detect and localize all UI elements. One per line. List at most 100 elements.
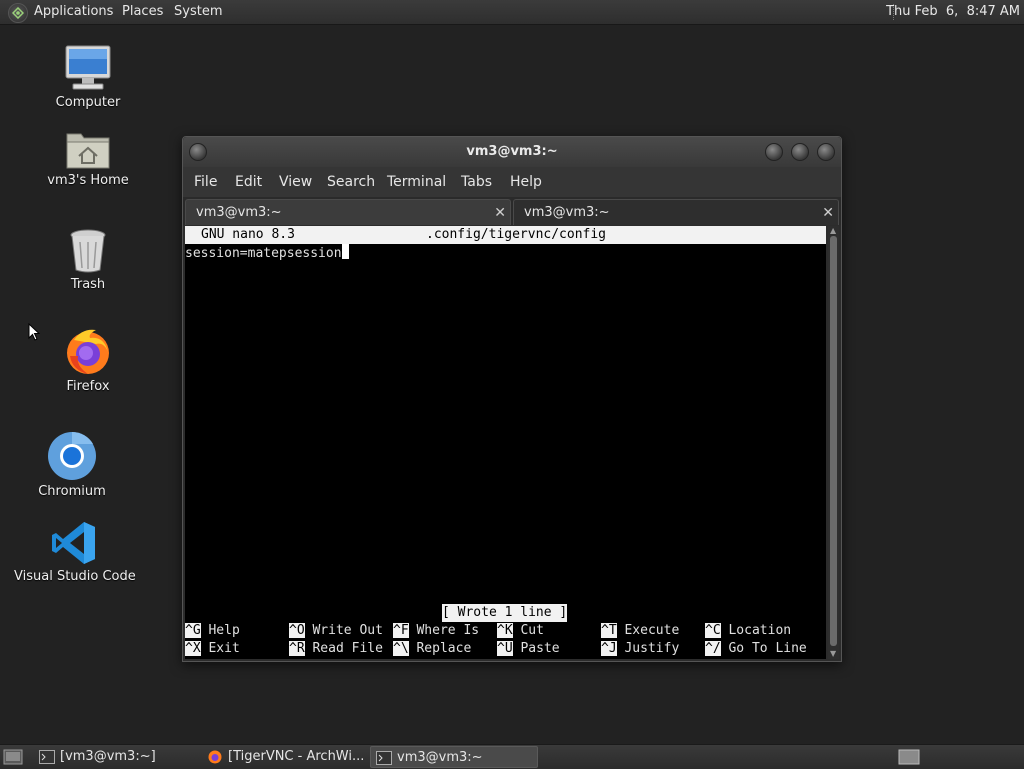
- shortcut-paste: ^U Paste: [497, 640, 560, 658]
- text-cursor: [341, 244, 349, 259]
- close-button[interactable]: [817, 143, 835, 161]
- shortcut-label: Replace: [416, 641, 472, 656]
- taskbar-item-terminal-2[interactable]: vm3@vm3:~: [370, 746, 538, 768]
- terminal-tab-bar: vm3@vm3:~ ✕ vm3@vm3:~ ✕: [183, 197, 841, 225]
- taskbar-item-firefox[interactable]: [TigerVNC - ArchWi...: [202, 746, 368, 768]
- shortcut-help: ^G Help: [185, 622, 240, 640]
- desktop-icon-vscode[interactable]: Visual Studio Code: [14, 520, 136, 584]
- mouse-pointer-icon: [28, 323, 40, 341]
- shortcut-label: Where Is: [416, 623, 480, 638]
- applications-menu[interactable]: Applications: [34, 0, 113, 24]
- tab-label: vm3@vm3:~: [196, 205, 282, 220]
- scroll-up-icon[interactable]: ▲: [830, 226, 836, 236]
- desktop-icon-label: Visual Studio Code: [14, 569, 136, 584]
- menu-view[interactable]: View: [279, 167, 312, 197]
- clock[interactable]: Thu Feb 6, 8:47 AM: [886, 0, 1020, 24]
- mate-menu-icon[interactable]: [8, 3, 28, 23]
- window-title: vm3@vm3:~: [466, 144, 558, 159]
- menu-search[interactable]: Search: [327, 167, 375, 197]
- shortcut-key: ^O: [289, 623, 305, 638]
- shortcut-read-file: ^R Read File: [289, 640, 383, 658]
- menu-help[interactable]: Help: [510, 167, 542, 197]
- shortcut-exit: ^X Exit: [185, 640, 240, 658]
- close-tab-icon[interactable]: ✕: [494, 200, 506, 226]
- desktop-icon-computer[interactable]: Computer: [48, 44, 128, 110]
- desktop-icon-label: Firefox: [66, 379, 110, 394]
- firefox-icon: [67, 329, 109, 374]
- shortcut-key: ^F: [393, 623, 409, 638]
- shortcut-replace: ^\ Replace: [393, 640, 471, 658]
- show-desktop-icon[interactable]: [3, 748, 23, 766]
- shortcut-execute: ^T Execute: [601, 622, 679, 640]
- menu-tabs[interactable]: Tabs: [461, 167, 492, 197]
- shortcut-key: ^X: [185, 641, 201, 656]
- shortcut-label: Paste: [520, 641, 560, 656]
- vscode-icon: [52, 522, 95, 564]
- shortcut-key: ^R: [289, 641, 305, 656]
- nano-title-bar: GNU nano 8.3 .config/tigervnc/config: [185, 226, 826, 244]
- shortcut-key: ^T: [601, 623, 617, 638]
- shortcut-justify: ^J Justify: [601, 640, 679, 658]
- shortcut-cut: ^K Cut: [497, 622, 544, 640]
- shortcut-label: Cut: [520, 623, 544, 638]
- editor-line[interactable]: session=matepsession: [185, 244, 349, 262]
- close-tab-icon[interactable]: ✕: [822, 200, 834, 226]
- shortcut-key: ^/: [705, 641, 721, 656]
- taskbar-item-label: [vm3@vm3:~]: [60, 749, 156, 764]
- menu-terminal[interactable]: Terminal: [387, 167, 446, 197]
- shortcut-key: ^J: [601, 641, 617, 656]
- nano-version: GNU nano 8.3: [201, 227, 295, 242]
- shortcut-where-is: ^F Where Is: [393, 622, 479, 640]
- shortcut-label: Help: [208, 623, 240, 638]
- desktop-icon-chromium[interactable]: Chromium: [32, 431, 112, 499]
- desktop-icon-trash[interactable]: Trash: [48, 228, 128, 292]
- scrollbar-thumb[interactable]: [830, 236, 837, 646]
- shortcut-key: ^\: [393, 641, 409, 656]
- nano-status-message: [ Wrote 1 line ]: [442, 604, 568, 622]
- terminal-icon: [39, 750, 55, 764]
- terminal-window[interactable]: vm3@vm3:~ File Edit View Search Terminal…: [182, 136, 842, 662]
- system-menu[interactable]: System: [174, 0, 222, 24]
- desktop-icon-label: Computer: [55, 95, 121, 110]
- desktop-icon-label: Chromium: [38, 484, 106, 499]
- trash-icon: [70, 229, 106, 273]
- terminal-icon: [376, 751, 392, 765]
- shortcut-label: Justify: [624, 641, 680, 656]
- menu-file[interactable]: File: [194, 167, 217, 197]
- terminal-screen[interactable]: GNU nano 8.3 .config/tigervnc/config ses…: [185, 226, 826, 659]
- shortcut-label: Location: [728, 623, 792, 638]
- shortcut-go-to-line: ^/ Go To Line: [705, 640, 807, 658]
- desktop-icon-firefox[interactable]: Firefox: [48, 326, 128, 394]
- terminal-scrollbar[interactable]: ▲ ▼: [828, 226, 839, 659]
- computer-icon: [65, 45, 111, 90]
- bottom-panel: [vm3@vm3:~] [TigerVNC - ArchWi... vm3@vm…: [0, 744, 1024, 769]
- editor-line-text: session=matepsession: [185, 246, 342, 261]
- shortcut-key: ^U: [497, 641, 513, 656]
- scroll-down-icon[interactable]: ▼: [830, 649, 836, 659]
- firefox-icon: [208, 750, 222, 764]
- minimize-button[interactable]: [765, 143, 783, 161]
- desktop-icon-label: Trash: [70, 277, 106, 292]
- maximize-button[interactable]: [791, 143, 809, 161]
- shortcut-label: Execute: [624, 623, 680, 638]
- desktop-icon-home[interactable]: vm3's Home: [38, 128, 138, 188]
- menu-edit[interactable]: Edit: [235, 167, 262, 197]
- desktop-icon-label: vm3's Home: [47, 173, 129, 188]
- window-titlebar[interactable]: vm3@vm3:~: [183, 137, 841, 167]
- shortcut-label: Write Out: [312, 623, 383, 638]
- tab-2[interactable]: vm3@vm3:~ ✕: [513, 199, 839, 225]
- shortcut-key: ^K: [497, 623, 513, 638]
- tab-1[interactable]: vm3@vm3:~ ✕: [185, 199, 511, 225]
- shortcut-label: Exit: [208, 641, 240, 656]
- shortcut-write-out: ^O Write Out: [289, 622, 383, 640]
- tab-label: vm3@vm3:~: [524, 205, 610, 220]
- workspace-switcher-icon[interactable]: [898, 749, 920, 765]
- shortcut-label: Read File: [312, 641, 383, 656]
- shortcut-label: Go To Line: [728, 641, 807, 656]
- places-menu[interactable]: Places: [122, 0, 163, 24]
- taskbar-item-terminal-1[interactable]: [vm3@vm3:~]: [34, 746, 200, 768]
- home-folder-icon: [66, 133, 110, 169]
- shortcut-key: ^C: [705, 623, 721, 638]
- terminal-menubar: File Edit View Search Terminal Tabs Help: [183, 167, 841, 197]
- chromium-icon: [48, 431, 96, 480]
